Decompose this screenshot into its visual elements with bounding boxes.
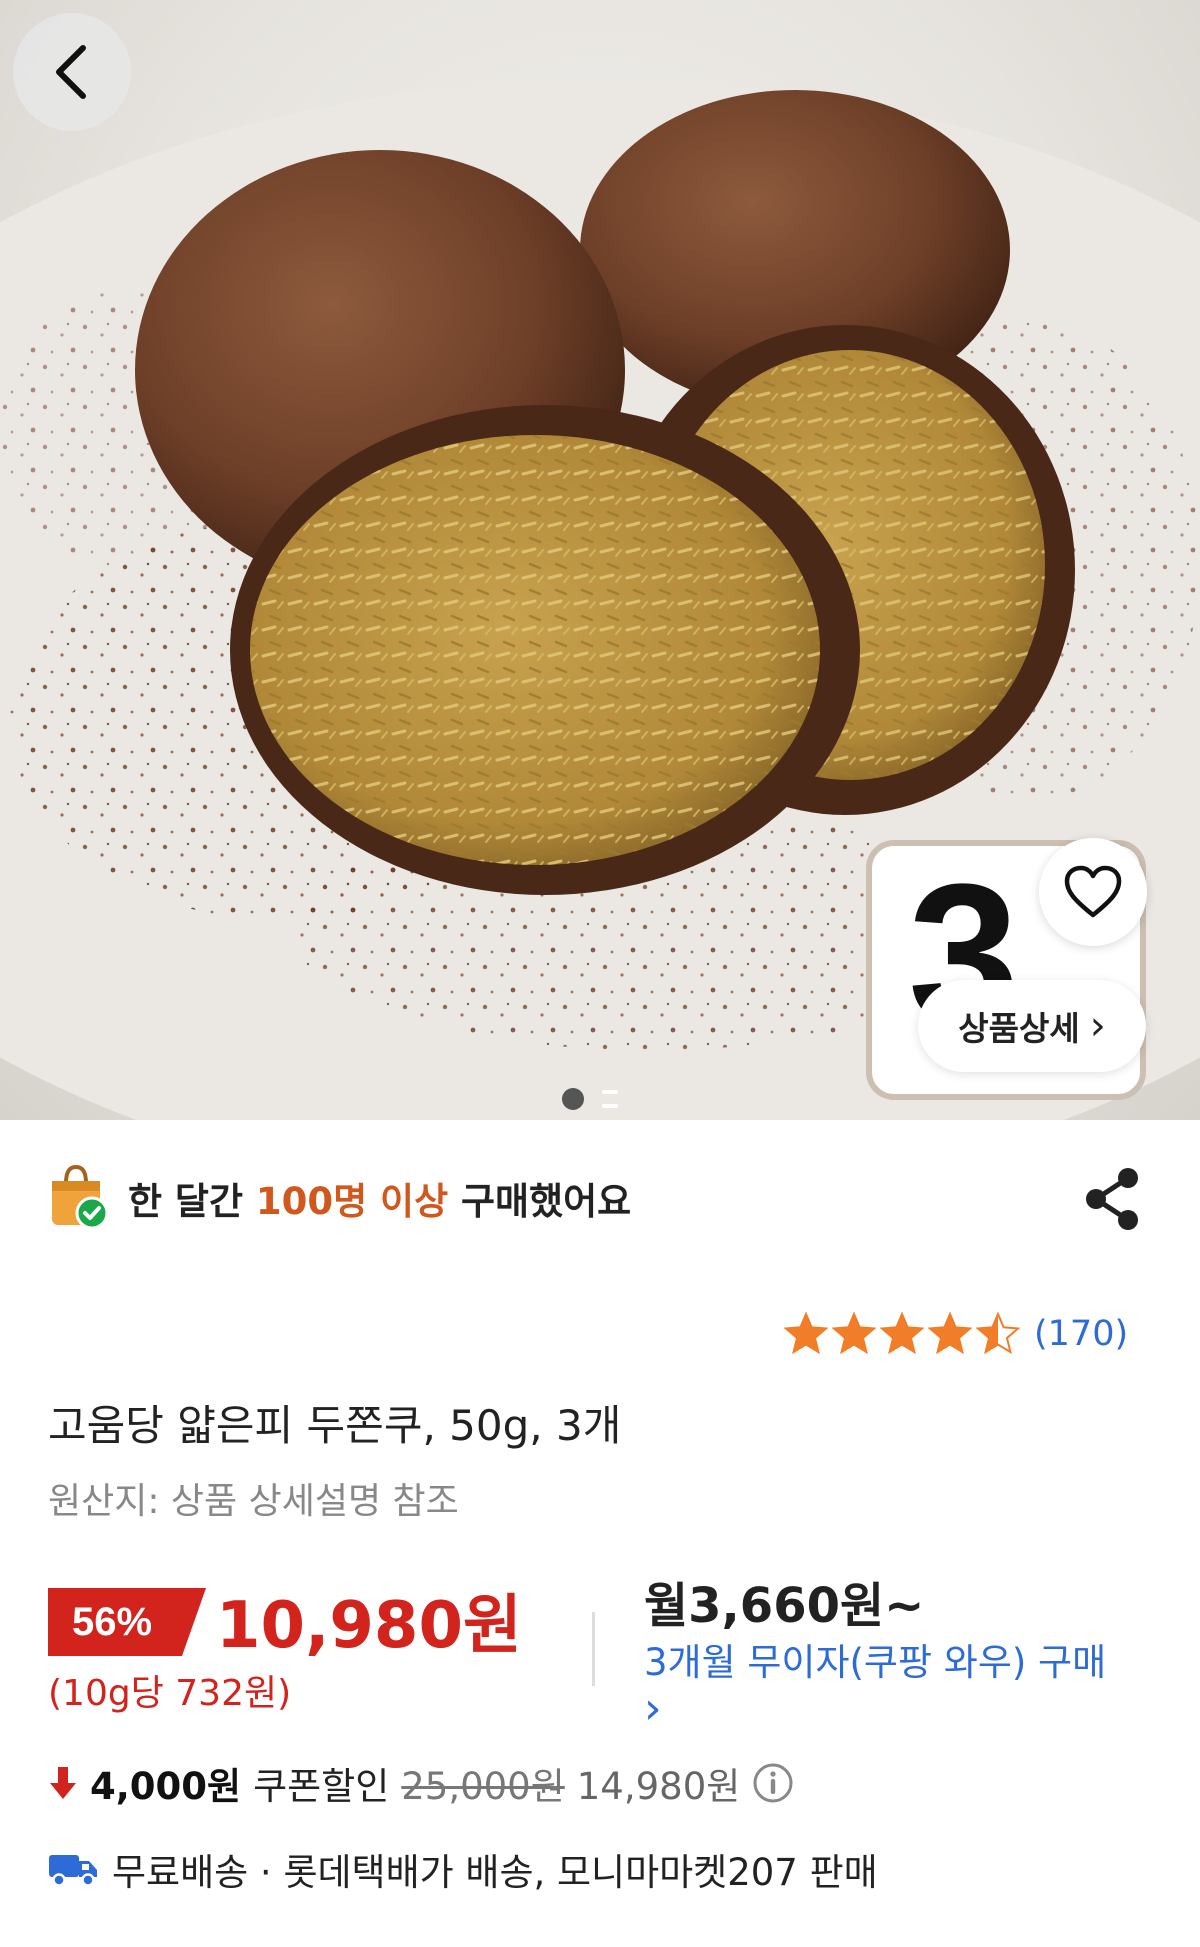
social-proof-highlight: 100명 이상 bbox=[255, 1180, 449, 1223]
shipping-text: 무료배송 · 롯데택배가 배송, 모니마마켓207 판매 bbox=[112, 1851, 878, 1894]
sale-price: 10,980원 bbox=[216, 1589, 522, 1663]
carousel-dot-active bbox=[562, 1088, 584, 1110]
heart-icon bbox=[1064, 865, 1122, 918]
product-origin: 원산지: 상품 상세설명 참조 bbox=[48, 1481, 459, 1522]
info-icon[interactable] bbox=[752, 1762, 794, 1804]
wishlist-button[interactable] bbox=[1039, 838, 1147, 946]
product-title: 고움당 얇은피 두쫀쿠, 50g, 3개 bbox=[48, 1401, 622, 1450]
shipping-info: 무료배송 · 롯데택배가 배송, 모니마마켓207 판매 bbox=[48, 1842, 878, 1896]
carousel-more-icon bbox=[602, 1090, 618, 1108]
back-button[interactable] bbox=[13, 13, 131, 131]
truck-icon bbox=[49, 1855, 97, 1887]
installment-text: 3개월 무이자(쿠팡 와우) 구매 bbox=[644, 1641, 1107, 1684]
coupon-discount-row: 4,000원 쿠폰할인 25,000원 14,980원 bbox=[48, 1756, 794, 1810]
social-proof-prefix: 한 달간 bbox=[128, 1180, 256, 1223]
star-icon bbox=[832, 1312, 876, 1355]
coupon-final-price: 14,980원 bbox=[576, 1765, 741, 1808]
unit-price: (10g당 732원) bbox=[48, 1673, 292, 1714]
rating-summary[interactable]: (170) bbox=[784, 1312, 1128, 1356]
purchase-social-proof: 한 달간 100명 이상 구매했어요 bbox=[48, 1158, 631, 1238]
share-button[interactable] bbox=[1080, 1164, 1144, 1234]
social-proof-suffix: 구매했어요 bbox=[448, 1180, 632, 1223]
discount-badge: 56% bbox=[48, 1588, 206, 1656]
original-price: 25,000원 bbox=[401, 1765, 565, 1808]
installment-link[interactable]: 3개월 무이자(쿠팡 와우) 구매 › bbox=[644, 1640, 1164, 1734]
product-detail-button[interactable]: 상품상세 › bbox=[918, 980, 1146, 1072]
star-rating bbox=[784, 1312, 1020, 1356]
price-divider bbox=[592, 1612, 595, 1686]
arrow-down-icon bbox=[50, 1767, 76, 1799]
chevron-right-icon: › bbox=[1089, 1003, 1106, 1049]
monthly-price: 월3,660원~ bbox=[644, 1578, 925, 1634]
coupon-label: 쿠폰할인 bbox=[253, 1765, 390, 1808]
star-icon bbox=[928, 1312, 972, 1355]
discount-text: 56% bbox=[72, 1600, 152, 1644]
coupon-amount: 4,000원 bbox=[90, 1765, 242, 1808]
star-icon bbox=[976, 1312, 1020, 1355]
star-icon bbox=[784, 1312, 828, 1355]
product-image-carousel[interactable]: 3 상품상세 › bbox=[0, 0, 1200, 1120]
shopping-bag-check-icon bbox=[52, 1165, 109, 1230]
review-count[interactable]: (170) bbox=[1034, 1314, 1128, 1354]
product-detail-label: 상품상세 bbox=[958, 1009, 1080, 1048]
share-icon bbox=[1086, 1168, 1138, 1230]
star-icon bbox=[880, 1312, 924, 1355]
chevron-right-icon: › bbox=[644, 1683, 662, 1734]
carousel-indicator bbox=[562, 1088, 618, 1110]
back-icon bbox=[56, 45, 86, 99]
